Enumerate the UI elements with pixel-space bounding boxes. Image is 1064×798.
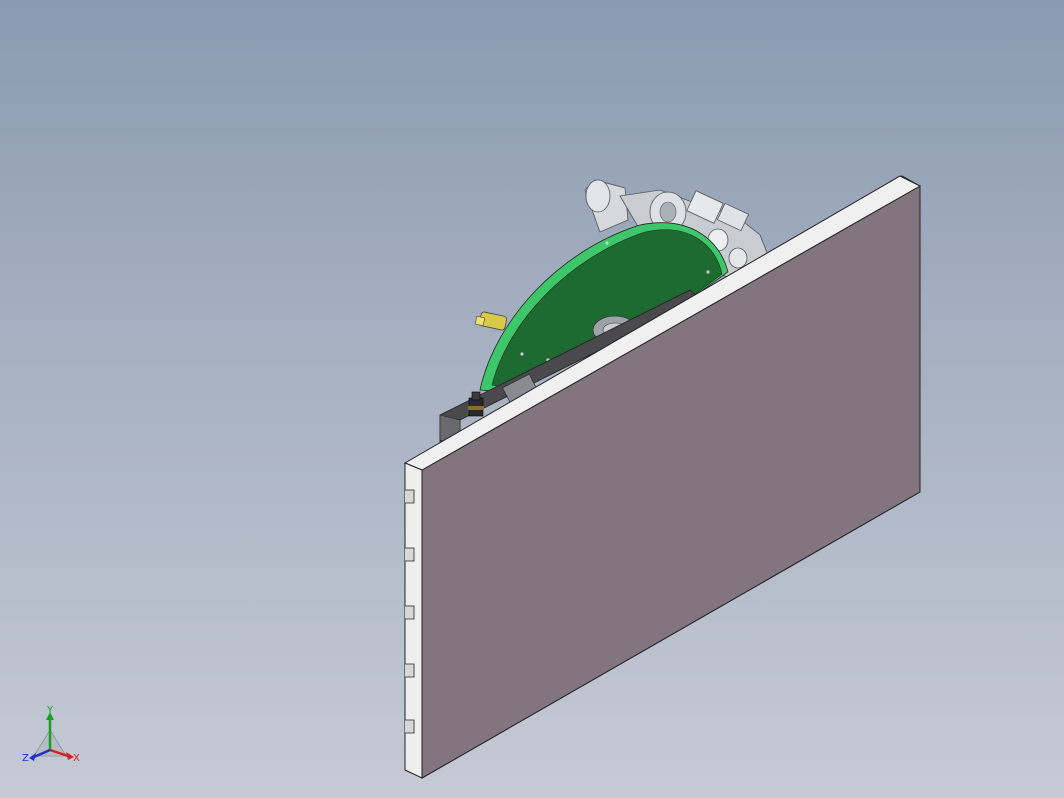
triad-z-arrow [29, 753, 36, 761]
t-slot [405, 719, 415, 734]
t-slot [405, 547, 415, 562]
yellow-fitting[interactable] [474, 311, 508, 331]
triad-y-label: Y [46, 705, 54, 716]
t-slot [405, 605, 415, 620]
t-slot [405, 489, 415, 504]
graphics-viewport[interactable]: Y X Z [0, 0, 1064, 798]
t-slot [405, 663, 415, 678]
model-view[interactable]: Y X Z [0, 0, 1064, 798]
reference-triad[interactable]: Y X Z [22, 705, 80, 764]
triad-x-label: X [73, 753, 80, 764]
triad-z-label: Z [22, 753, 29, 764]
